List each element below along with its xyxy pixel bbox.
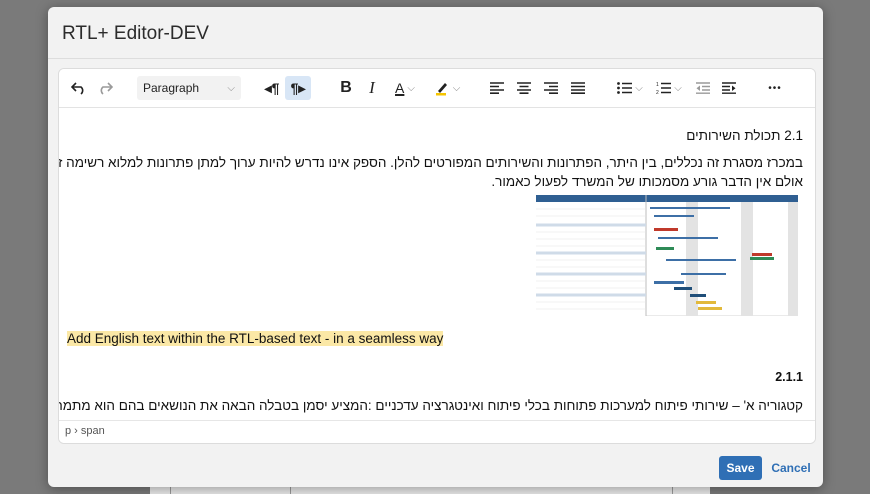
bold-button[interactable]: B <box>337 76 355 100</box>
chevron-down-icon: ⌵ <box>635 82 643 94</box>
highlighted-english-text: Add English text within the RTL-based te… <box>67 331 444 346</box>
section-number: 2.1.1 <box>775 370 803 384</box>
dialog-title: RTL+ Editor-DEV <box>62 23 209 44</box>
align-justify-icon <box>571 82 585 94</box>
editor-content[interactable]: 2.1 תכולת השירותים במכרז מסגרת זה נכללים… <box>59 108 815 420</box>
chevron-down-icon: ⌵ <box>407 82 415 94</box>
redo-button[interactable] <box>95 76 115 100</box>
chevron-down-icon: ⌵ <box>674 82 682 94</box>
align-right-icon <box>544 82 558 94</box>
chevron-down-icon: ⌵ <box>452 82 461 94</box>
bold-icon: B <box>340 79 352 96</box>
paragraph-ltr-icon: ◂¶ <box>264 79 280 96</box>
italic-icon: I <box>369 78 375 97</box>
paragraph-line-1: במכרז מסגרת זה נכללים, בין היתר, הפתרונו… <box>59 155 803 170</box>
undo-button[interactable] <box>69 76 89 100</box>
save-button[interactable]: Save <box>719 456 762 480</box>
paragraph-line-2: אולם אין הדבר גורע מסמכותו של המשרד לפעו… <box>491 174 803 189</box>
indent-icon <box>722 82 736 94</box>
outdent-icon <box>696 82 710 94</box>
align-center-button[interactable] <box>514 76 534 100</box>
align-left-icon <box>490 82 504 94</box>
svg-text:1: 1 <box>656 82 659 88</box>
outdent-button[interactable] <box>693 76 713 100</box>
indent-button[interactable] <box>719 76 739 100</box>
undo-icon <box>71 82 84 95</box>
more-options-button[interactable]: ••• <box>763 76 787 100</box>
cancel-button[interactable]: Cancel <box>770 456 812 480</box>
align-left-button[interactable] <box>487 76 507 100</box>
highlighter-icon <box>435 83 447 96</box>
redo-icon <box>100 82 113 95</box>
element-path[interactable]: p › span <box>65 425 105 437</box>
dialog-header-divider <box>48 58 823 59</box>
align-center-icon <box>517 82 531 94</box>
bullet-list-icon <box>617 82 633 94</box>
paragraph-rtl-icon: ¶▸ <box>290 79 306 96</box>
format-select-value: Paragraph <box>143 81 200 95</box>
category-line: קטגוריה א' – שירותי פיתוח למערכות פתוחות… <box>59 398 803 413</box>
english-text-line: Add English text within the RTL-based te… <box>67 331 444 346</box>
editor-toolbar: Paragraph ⌵ ◂¶ ¶▸ B I A ⌵ ⌵ ⌵ 1 2 ⌵ ••• <box>59 69 815 108</box>
numbered-list-button[interactable]: 1 2 ⌵ <box>651 76 687 100</box>
svg-text:2: 2 <box>656 90 659 94</box>
gantt-chart-image <box>536 195 798 316</box>
ltr-direction-button[interactable]: ◂¶ <box>260 76 284 100</box>
heading-2-1: 2.1 תכולת השירותים <box>686 128 803 143</box>
italic-button[interactable]: I <box>363 76 381 100</box>
font-color-icon: A <box>395 80 405 96</box>
editor-statusbar: p › span <box>59 420 815 443</box>
editor-dialog: RTL+ Editor-DEV Paragraph ⌵ ◂¶ ¶▸ B I A ⌵… <box>48 7 823 487</box>
rich-text-editor: Paragraph ⌵ ◂¶ ¶▸ B I A ⌵ ⌵ ⌵ 1 2 ⌵ ••• … <box>58 68 816 444</box>
numbered-list-icon: 12 <box>656 82 672 94</box>
paragraph-format-select[interactable]: Paragraph ⌵ <box>137 76 241 100</box>
font-color-button[interactable]: A ⌵ <box>387 76 423 100</box>
highlight-button[interactable]: ⌵ <box>429 76 465 100</box>
chevron-down-icon: ⌵ <box>227 82 235 94</box>
ellipsis-icon: ••• <box>768 82 782 94</box>
align-right-button[interactable] <box>541 76 561 100</box>
rtl-direction-button[interactable]: ¶▸ <box>285 76 311 100</box>
align-justify-button[interactable] <box>568 76 588 100</box>
bullet-list-button[interactable]: ⌵ <box>612 76 648 100</box>
